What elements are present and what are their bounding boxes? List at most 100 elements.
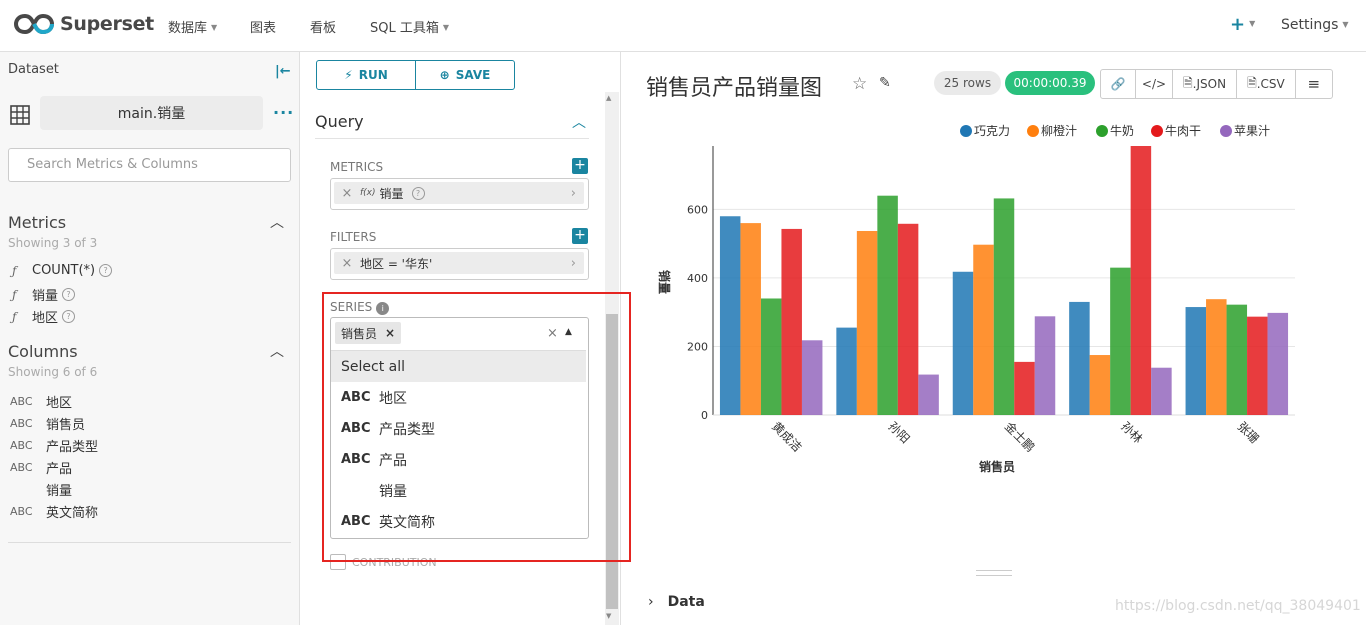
save-button[interactable]: ⊕ SAVE xyxy=(415,61,514,89)
bar xyxy=(952,271,974,415)
run-label: RUN xyxy=(358,68,388,82)
save-label: SAVE xyxy=(455,68,491,82)
scroll-up-icon[interactable]: ▲ xyxy=(606,94,611,102)
type-abc-icon: ABC xyxy=(10,505,33,518)
bar xyxy=(856,230,878,415)
brand-name: Superset xyxy=(60,13,154,35)
x-tick-label: 孙阳 xyxy=(885,419,912,446)
metrics-count: Showing 3 of 3 xyxy=(8,236,98,250)
star-icon[interactable]: ☆ xyxy=(852,74,867,94)
filter-chip[interactable]: × 地区 = '华东' › xyxy=(334,252,584,274)
y-tick-label: 0 xyxy=(701,409,708,422)
metrics-label: METRICS xyxy=(330,160,384,174)
column-item[interactable]: ABC 产品类型 xyxy=(10,436,98,455)
bar xyxy=(918,374,939,415)
add-filter-button[interactable]: + xyxy=(572,228,588,244)
legend-marker xyxy=(1220,125,1232,137)
resize-handle[interactable] xyxy=(976,570,1012,576)
legend-marker xyxy=(1027,125,1039,137)
nav-sql-lab[interactable]: SQL 工具箱 ▼ xyxy=(370,17,449,36)
edit-icon[interactable]: ✎ xyxy=(879,75,891,91)
function-icon: ƒ xyxy=(12,309,17,324)
chevron-up-icon[interactable]: ︿ xyxy=(270,212,284,232)
bar xyxy=(836,327,857,415)
columns-section-title[interactable]: Columns xyxy=(8,342,78,361)
x-tick-label: 金士鹏 xyxy=(1002,419,1038,455)
metrics-section-title[interactable]: Metrics xyxy=(8,213,66,232)
help-icon: ? xyxy=(62,310,76,323)
column-item[interactable]: ABC 销售员 xyxy=(10,414,85,433)
run-save-group: ⚡ RUN ⊕ SAVE xyxy=(316,60,515,90)
remove-icon[interactable]: × xyxy=(334,256,360,271)
link-icon[interactable]: 🔗 xyxy=(1101,70,1136,98)
more-options-icon[interactable]: ··· xyxy=(273,103,294,122)
column-name: 产品类型 xyxy=(46,440,99,455)
legend-label: 牛奶 xyxy=(1110,123,1134,138)
metric-item[interactable]: ƒ 地区? xyxy=(10,307,76,326)
bolt-icon: ⚡ xyxy=(344,68,353,82)
metric-item[interactable]: ƒ 销量? xyxy=(10,285,76,304)
metric-item[interactable]: ƒ COUNT(*)? xyxy=(10,263,113,278)
settings-menu[interactable]: Settings ▼ xyxy=(1281,17,1349,33)
column-item[interactable]: ABC 地区 xyxy=(10,392,72,411)
type-abc-icon: ABC xyxy=(10,439,33,452)
metric-name: COUNT(*) xyxy=(32,263,96,278)
chevron-up-icon[interactable]: ︿ xyxy=(572,112,586,132)
collapse-panel-icon[interactable]: |← xyxy=(275,64,291,79)
column-item[interactable]: ABC 产品 xyxy=(10,458,72,477)
columns-count: Showing 6 of 6 xyxy=(8,365,98,379)
code-icon[interactable]: </> xyxy=(1136,70,1173,98)
infinity-logo-icon xyxy=(14,13,54,35)
metric-chip[interactable]: × f(x) 销量 ? › xyxy=(334,182,584,204)
chevron-right-icon[interactable]: › xyxy=(571,256,576,271)
divider xyxy=(8,542,291,543)
new-menu-button[interactable]: + ▼ xyxy=(1230,14,1255,35)
nav-label: 看板 xyxy=(310,21,337,36)
column-item[interactable]: 销量 xyxy=(10,480,72,499)
bar xyxy=(877,195,898,415)
bar xyxy=(993,198,1015,415)
metrics-control[interactable]: × f(x) 销量 ? › xyxy=(330,178,589,210)
column-item[interactable]: ABC 英文简称 xyxy=(10,502,98,521)
add-metric-button[interactable]: + xyxy=(572,158,588,174)
run-button[interactable]: ⚡ RUN xyxy=(317,61,415,89)
type-abc-icon: ABC xyxy=(10,395,33,408)
data-section-toggle[interactable]: › Data xyxy=(648,594,705,610)
chart-title[interactable]: 销售员产品销量图 xyxy=(646,70,822,102)
filters-label: FILTERS xyxy=(330,230,377,244)
plus-circle-icon: ⊕ xyxy=(439,68,450,82)
export-csv-button[interactable]: 🗎 .CSV xyxy=(1237,70,1296,98)
chevron-up-icon[interactable]: ︿ xyxy=(270,341,284,361)
bar xyxy=(973,244,994,415)
dataset-name[interactable]: main.销量 xyxy=(40,96,263,130)
query-section-title[interactable]: Query xyxy=(315,112,364,131)
bar xyxy=(781,228,802,415)
filters-control[interactable]: × 地区 = '华东' › xyxy=(330,248,589,280)
table-grid-icon xyxy=(10,105,30,125)
x-tick-label: 张珊 xyxy=(1235,419,1262,446)
menu-icon[interactable]: ≡ xyxy=(1296,70,1332,98)
superset-logo[interactable]: Superset xyxy=(14,13,154,35)
remove-icon[interactable]: × xyxy=(334,186,360,201)
search-metrics-input[interactable]: Search Metrics & Columns xyxy=(8,148,291,182)
data-label: Data xyxy=(667,594,705,610)
caret-down-icon: ▼ xyxy=(211,23,218,32)
help-icon: ? xyxy=(411,186,425,200)
search-placeholder: Search Metrics & Columns xyxy=(27,157,198,172)
nav-databases[interactable]: 数据库 ▼ xyxy=(168,17,217,36)
bar xyxy=(1226,304,1248,415)
filter-chip-label: 地区 = '华东' xyxy=(360,256,433,271)
scroll-down-icon[interactable]: ▼ xyxy=(606,612,611,620)
metric-name: 销量 xyxy=(32,289,59,304)
top-navbar: Superset 数据库 ▼ 图表 看板 SQL 工具箱 ▼ + ▼ Settings… xyxy=(0,0,1366,52)
bar xyxy=(1069,301,1090,415)
nav-charts[interactable]: 图表 xyxy=(250,17,276,36)
export-json-button[interactable]: 🗎 .JSON xyxy=(1173,70,1238,98)
caret-down-icon: ▼ xyxy=(1342,20,1349,29)
datasource-panel: Dataset |← main.销量 ··· Search Metrics & … xyxy=(0,52,300,625)
bar xyxy=(1247,316,1268,415)
chart-actions: 🔗 </> 🗎 .JSON 🗎 .CSV ≡ xyxy=(1100,69,1333,99)
nav-dashboards[interactable]: 看板 xyxy=(310,17,336,36)
chevron-right-icon[interactable]: › xyxy=(571,186,576,201)
help-icon: ? xyxy=(99,264,113,277)
